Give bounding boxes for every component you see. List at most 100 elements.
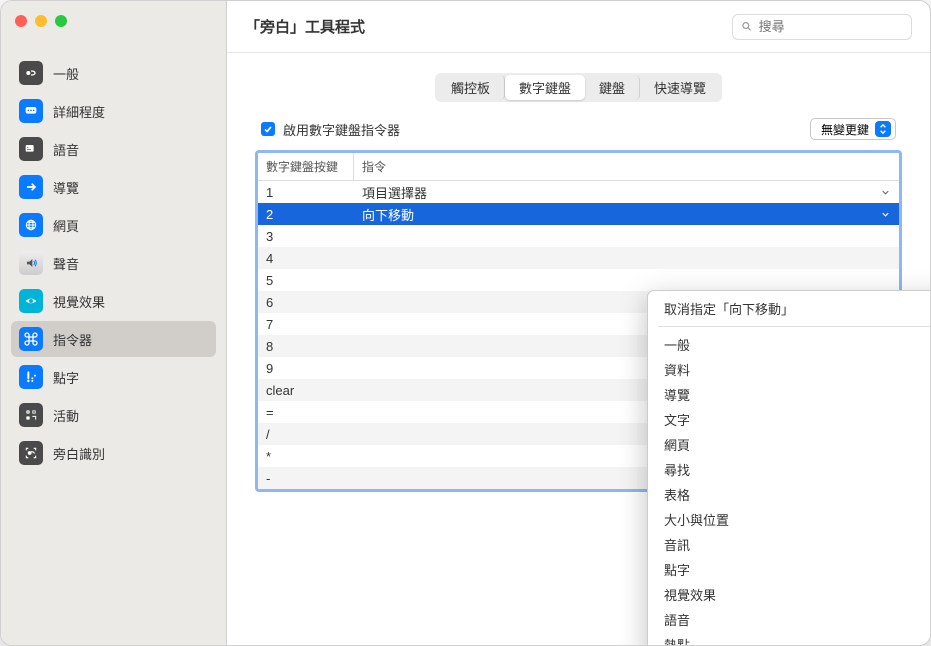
sidebar-item-activities[interactable]: 活動: [11, 397, 216, 433]
recognition-icon: [19, 441, 43, 465]
sidebar-item-label: 旁白識別: [53, 444, 105, 463]
zoom-button[interactable]: [55, 15, 67, 27]
visuals-icon: [19, 289, 43, 313]
table-row[interactable]: 5: [258, 269, 899, 291]
chevron-down-icon: [880, 187, 891, 198]
checkbox-icon: [261, 122, 275, 136]
window-title: 「旁白」工具程式: [245, 16, 720, 37]
menu-item-category[interactable]: 網頁: [648, 432, 931, 457]
sidebar-item-verbosity[interactable]: 詳細程度: [11, 93, 216, 129]
sidebar-item-label: 導覽: [53, 178, 79, 197]
column-header-command[interactable]: 指令: [354, 153, 899, 180]
cell-key: 6: [258, 295, 354, 310]
menu-item-category[interactable]: 熱點: [648, 632, 931, 646]
updown-icon: [875, 121, 891, 137]
main-content: 「旁白」工具程式 觸控板 數字鍵盤 鍵盤 快速導覽 啟用數字鍵盤指令器: [227, 1, 930, 645]
enable-numpad-checkbox[interactable]: 啟用數字鍵盤指令器: [261, 120, 400, 139]
menu-item-category[interactable]: 點字: [648, 557, 931, 582]
general-icon: [19, 61, 43, 85]
cell-key: clear: [258, 383, 354, 398]
menu-item-label: 語音: [664, 610, 690, 629]
search-field[interactable]: [732, 14, 912, 40]
cell-command[interactable]: 項目選擇器: [354, 183, 899, 202]
menu-item-category[interactable]: 資料: [648, 357, 931, 382]
sidebar-list: 一般 詳細程度 語音 導覽 網頁 聲音: [1, 35, 226, 471]
sidebar-item-commanders[interactable]: 指令器: [11, 321, 216, 357]
voiceover-utility-window: 一般 詳細程度 語音 導覽 網頁 聲音: [0, 0, 931, 646]
modifier-popup[interactable]: 無變更鍵: [810, 118, 896, 140]
toolbar: 「旁白」工具程式: [227, 1, 930, 53]
tab-trackpad[interactable]: 觸控板: [437, 75, 505, 100]
sidebar: 一般 詳細程度 語音 導覽 網頁 聲音: [1, 1, 227, 645]
menu-item-category[interactable]: 表格: [648, 482, 931, 507]
activities-icon: [19, 403, 43, 427]
search-input[interactable]: [759, 19, 903, 34]
sidebar-item-label: 點字: [53, 368, 79, 387]
search-icon: [741, 20, 753, 33]
menu-item-category[interactable]: 大小與位置: [648, 507, 931, 532]
table-row[interactable]: 4: [258, 247, 899, 269]
cell-key: 7: [258, 317, 354, 332]
table-row[interactable]: 2向下移動: [258, 203, 899, 225]
checkbox-label: 啟用數字鍵盤指令器: [283, 120, 400, 139]
menu-item-label: 資料: [664, 360, 690, 379]
sidebar-item-label: 活動: [53, 406, 79, 425]
column-header-key[interactable]: 數字鍵盤按鍵: [258, 153, 354, 180]
menu-separator: [658, 326, 931, 327]
sidebar-item-braille[interactable]: 點字: [11, 359, 216, 395]
sidebar-item-label: 網頁: [53, 216, 79, 235]
menu-item-remove-assignment[interactable]: 取消指定「向下移動」: [648, 296, 931, 321]
table-row[interactable]: 1項目選擇器: [258, 181, 899, 203]
menu-item-label: 大小與位置: [664, 510, 729, 529]
cell-command[interactable]: 向下移動: [354, 205, 899, 224]
cell-key: *: [258, 449, 354, 464]
sidebar-item-recognition[interactable]: 旁白識別: [11, 435, 216, 471]
menu-item-category[interactable]: 一般: [648, 332, 931, 357]
tab-quicknav[interactable]: 快速導覽: [640, 75, 720, 100]
close-button[interactable]: [15, 15, 27, 27]
braille-icon: [19, 365, 43, 389]
window-controls: [1, 1, 226, 35]
menu-item-category[interactable]: 視覺效果: [648, 582, 931, 607]
menu-item-category[interactable]: 文字: [648, 407, 931, 432]
chevron-down-icon: [880, 209, 891, 220]
command-dropdown-menu: 取消指定「向下移動」 一般資料導覽文字網頁尋找表格大小與位置音訊點字視覺效果語音…: [647, 290, 931, 646]
menu-item-label: 熱點: [664, 635, 690, 646]
menu-item-category[interactable]: 尋找: [648, 457, 931, 482]
sidebar-item-visuals[interactable]: 視覺效果: [11, 283, 216, 319]
menu-item-category[interactable]: 導覽: [648, 382, 931, 407]
web-icon: [19, 213, 43, 237]
sound-icon: [19, 251, 43, 275]
cell-key: 5: [258, 273, 354, 288]
sidebar-item-navigation[interactable]: 導覽: [11, 169, 216, 205]
content-area: 觸控板 數字鍵盤 鍵盤 快速導覽 啟用數字鍵盤指令器 無變更鍵: [227, 53, 930, 512]
menu-item-label: 音訊: [664, 535, 690, 554]
tab-keyboard[interactable]: 鍵盤: [585, 75, 640, 100]
cell-key: =: [258, 405, 354, 420]
table-row[interactable]: 3: [258, 225, 899, 247]
table-header: 數字鍵盤按鍵 指令: [258, 153, 899, 181]
menu-item-label: 尋找: [664, 460, 690, 479]
menu-item-label: 視覺效果: [664, 585, 716, 604]
cell-key: -: [258, 471, 354, 486]
menu-item-category[interactable]: 語音: [648, 607, 931, 632]
sidebar-item-general[interactable]: 一般: [11, 55, 216, 91]
tab-control: 觸控板 數字鍵盤 鍵盤 快速導覽: [255, 73, 902, 102]
menu-item-category[interactable]: 音訊: [648, 532, 931, 557]
sidebar-item-sound[interactable]: 聲音: [11, 245, 216, 281]
cell-key: 8: [258, 339, 354, 354]
sidebar-item-web[interactable]: 網頁: [11, 207, 216, 243]
sidebar-item-speech[interactable]: 語音: [11, 131, 216, 167]
sidebar-item-label: 詳細程度: [53, 102, 105, 121]
navigation-icon: [19, 175, 43, 199]
menu-item-label: 導覽: [664, 385, 690, 404]
minimize-button[interactable]: [35, 15, 47, 27]
options-row: 啟用數字鍵盤指令器 無變更鍵: [255, 118, 902, 140]
cell-key: 9: [258, 361, 354, 376]
menu-item-label: 文字: [664, 410, 690, 429]
cell-key: 2: [258, 207, 354, 222]
tab-numpad[interactable]: 數字鍵盤: [505, 75, 585, 100]
menu-item-label: 點字: [664, 560, 690, 579]
sidebar-item-label: 一般: [53, 64, 79, 83]
segmented-control: 觸控板 數字鍵盤 鍵盤 快速導覽: [435, 73, 722, 102]
